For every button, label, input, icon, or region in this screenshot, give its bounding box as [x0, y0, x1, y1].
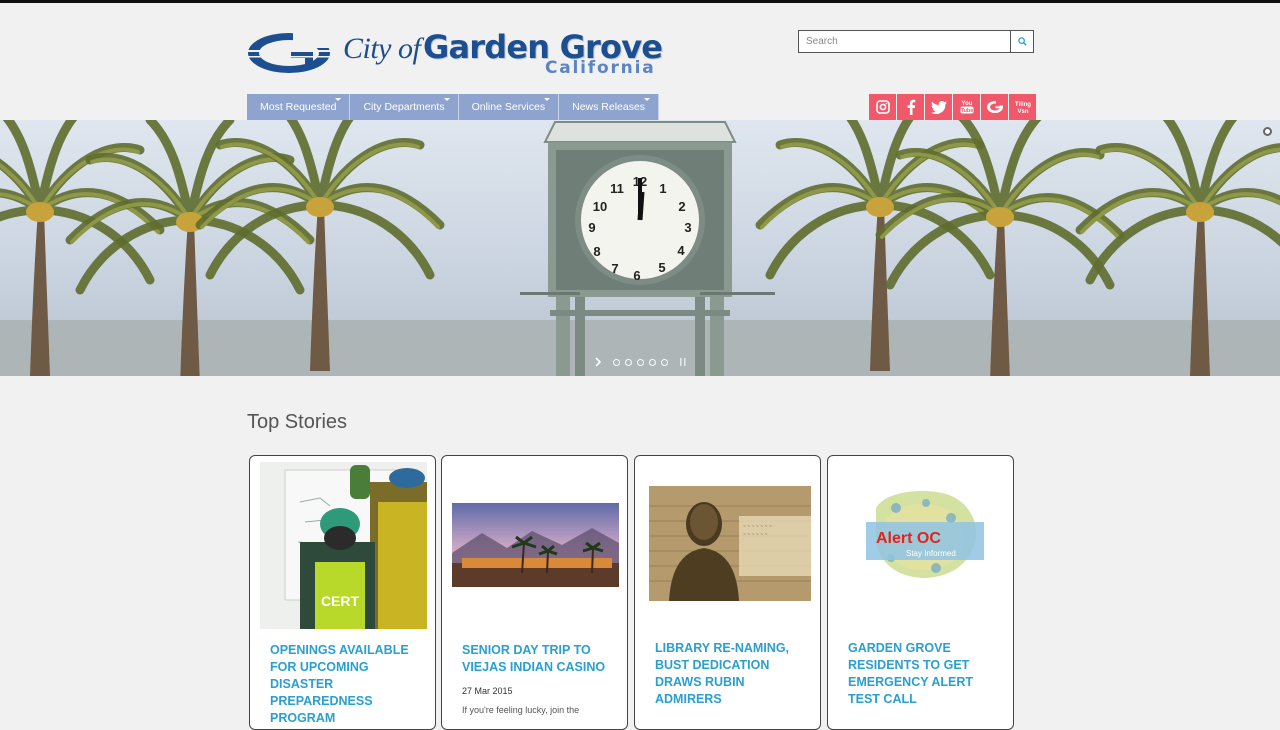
svg-text:Tube: Tube: [960, 108, 973, 114]
tiling-vision-icon: Tiling Vsn: [1015, 102, 1031, 115]
logo-state: California: [545, 58, 656, 78]
search-icon: [1017, 37, 1027, 46]
alert-oc-text: Alert OC: [876, 530, 941, 547]
search-button[interactable]: [1010, 30, 1034, 53]
top-border: [0, 0, 1280, 3]
nav-online-services[interactable]: Online Services: [458, 94, 560, 120]
story-image-cert: CERT: [260, 462, 427, 629]
hero-slideshow[interactable]: 12 1 2 3 4 5 6 7 8 9 10 11: [0, 120, 1280, 376]
story-title[interactable]: GARDEN GROVE RESIDENTS TO GET EMERGENCY …: [848, 640, 998, 708]
hero-image: 12 1 2 3 4 5 6 7 8 9 10 11: [0, 120, 1280, 376]
twitter-icon: [930, 100, 947, 114]
svg-text:6: 6: [633, 268, 640, 283]
pause-icon[interactable]: [679, 357, 687, 367]
gg-logo-icon: [247, 32, 331, 73]
svg-text:8: 8: [593, 244, 600, 259]
caret-down-icon: [644, 98, 651, 101]
nav-label: Most Requested: [260, 101, 337, 113]
section-title-top-stories: Top Stories: [247, 411, 348, 433]
cert-vest-text: CERT: [321, 593, 360, 609]
svg-text:Tiling: Tiling: [1015, 102, 1031, 108]
svg-text:2: 2: [678, 199, 685, 214]
svg-text:~ ~ ~ ~ ~ ~ ~: ~ ~ ~ ~ ~ ~ ~: [743, 524, 772, 530]
story-image-alert-oc: Alert OC Stay Informed: [866, 488, 984, 580]
nav-label: News Releases: [572, 101, 646, 113]
nav-label: City Departments: [363, 101, 445, 113]
scroll-indicator[interactable]: [1263, 127, 1272, 136]
svg-text:1: 1: [659, 181, 666, 196]
slide-dot[interactable]: [637, 358, 644, 366]
search-input[interactable]: [798, 30, 1010, 53]
search-box: [798, 30, 1034, 53]
gg-icon: [986, 101, 1004, 113]
story-snippet: If you're feeling lucky, join the: [462, 705, 580, 715]
top-stories-cards: CERT OPENINGS AVAILABLE FOR UPCOMING DIS…: [249, 455, 1019, 730]
story-card-library[interactable]: ~ ~ ~ ~ ~ ~ ~ ~ ~ ~ ~ ~ ~ LIBRARY RE-NAM…: [634, 455, 821, 730]
nav-city-departments[interactable]: City Departments: [350, 94, 459, 120]
story-card-alert-oc[interactable]: Alert OC Stay Informed GARDEN GROVE RESI…: [827, 455, 1014, 730]
story-image-bust: ~ ~ ~ ~ ~ ~ ~ ~ ~ ~ ~ ~ ~: [649, 486, 811, 601]
nav-most-requested[interactable]: Most Requested: [247, 94, 351, 120]
slide-dot[interactable]: [661, 358, 668, 366]
svg-text:9: 9: [588, 220, 595, 235]
chevron-right-icon[interactable]: [594, 357, 602, 367]
facebook-button[interactable]: [897, 94, 924, 120]
alert-oc-subtext: Stay Informed: [906, 549, 956, 558]
story-title[interactable]: SENIOR DAY TRIP TO VIEJAS INDIAN CASINO: [462, 642, 612, 676]
svg-text:5: 5: [658, 260, 665, 275]
main-nav: Most Requested City Departments Online S…: [247, 94, 660, 120]
nav-news-releases[interactable]: News Releases: [559, 94, 660, 120]
youtube-icon: You Tube: [960, 101, 973, 114]
caret-down-icon: [335, 98, 342, 101]
story-title[interactable]: LIBRARY RE-NAMING, BUST DEDICATION DRAWS…: [655, 640, 805, 708]
story-date: 27 Mar 2015: [462, 686, 513, 696]
logo-city-of: City of: [343, 32, 421, 65]
youtube-button[interactable]: You Tube: [953, 94, 980, 120]
slide-dot[interactable]: [613, 358, 620, 366]
caret-down-icon: [443, 98, 450, 101]
nav-label: Online Services: [471, 101, 546, 113]
instagram-button[interactable]: [869, 94, 896, 120]
instagram-icon: [875, 100, 890, 114]
slide-dot[interactable]: [649, 358, 656, 366]
slider-controls: [594, 356, 687, 368]
slide-dot[interactable]: [625, 358, 632, 366]
svg-text:7: 7: [611, 261, 618, 276]
svg-text:~ ~ ~ ~ ~ ~: ~ ~ ~ ~ ~ ~: [743, 532, 768, 538]
svg-text:11: 11: [610, 181, 624, 196]
site-logo[interactable]: City of Garden Grove California: [247, 28, 677, 80]
caret-down-icon: [544, 98, 551, 101]
svg-text:Vsn: Vsn: [1017, 109, 1028, 115]
svg-text:You: You: [961, 101, 972, 107]
svg-text:3: 3: [684, 220, 691, 235]
svg-text:4: 4: [677, 243, 685, 258]
tiling-vision-button[interactable]: Tiling Vsn: [1009, 94, 1036, 120]
svg-text:10: 10: [593, 199, 607, 214]
twitter-button[interactable]: [925, 94, 952, 120]
story-card-cert[interactable]: CERT OPENINGS AVAILABLE FOR UPCOMING DIS…: [249, 455, 436, 730]
gg-button[interactable]: [981, 94, 1008, 120]
story-title[interactable]: OPENINGS AVAILABLE FOR UPCOMING DISASTER…: [270, 642, 420, 727]
facebook-icon: [907, 99, 915, 115]
story-card-senior-trip[interactable]: SENIOR DAY TRIP TO VIEJAS INDIAN CASINO …: [441, 455, 628, 730]
social-links: You Tube Tiling Vsn: [869, 94, 1037, 120]
story-image-casino: [452, 503, 619, 587]
